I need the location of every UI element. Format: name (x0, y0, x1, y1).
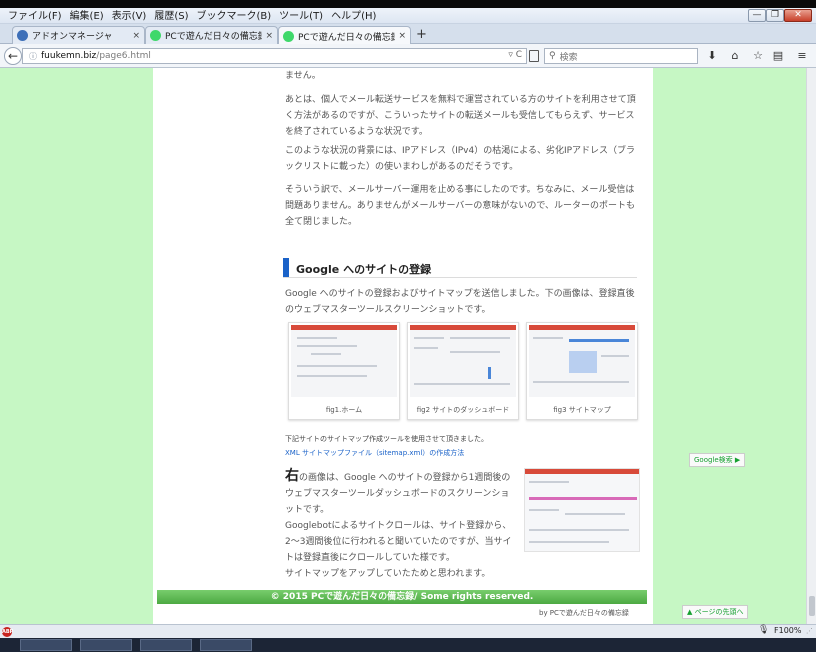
copyright-footer: © 2015 PCで遊んだ日々の備忘録/ Some rights reserve… (157, 590, 647, 604)
address-bar[interactable]: ⓘ fuukemn.biz /page6.html ▿ C (22, 48, 527, 64)
figure-card[interactable]: fig1.ホーム (288, 322, 400, 420)
taskbar-item[interactable] (140, 639, 192, 651)
tab-label: アドオンマネージャ (32, 32, 113, 42)
close-window-button[interactable]: ✕ (784, 9, 812, 22)
right-text-block: 右の画像は、Google へのサイトの登録から1週間後のウェブマスターツールダッ… (285, 468, 517, 582)
menu-file[interactable]: ファイル(F) (4, 9, 66, 24)
menu-tools[interactable]: ツール(T) (275, 9, 327, 24)
screenshot-thumbnail[interactable] (529, 325, 635, 397)
page-top-button[interactable]: ▲ ページの先頭へ (682, 605, 749, 619)
menu-history[interactable]: 履歴(S) (150, 9, 192, 24)
dashboard-screenshot-thumbnail[interactable] (524, 468, 640, 552)
heading-accent-bar (283, 258, 289, 277)
search-placeholder: 検索 (559, 52, 578, 63)
tab-site-1[interactable]: PCで遊んだ日々の備忘録 × (145, 26, 278, 44)
figure-caption: fig1.ホーム (325, 406, 363, 414)
maximize-button[interactable]: ❐ (766, 9, 784, 22)
site-favicon-icon (283, 30, 294, 42)
credit-note: 下記サイトのサイトマップ作成ツールを使用させて頂きました。 (285, 435, 488, 443)
minimize-button[interactable]: — (748, 9, 766, 22)
home-icon[interactable]: ⌂ (728, 49, 742, 63)
screenshot-thumbnail[interactable] (410, 325, 516, 397)
menu-edit[interactable]: 編集(E) (66, 9, 108, 24)
close-tab-icon[interactable]: × (132, 31, 140, 41)
figure-caption: fig2 サイトのダッシュボード (416, 406, 510, 414)
tab-bar: アドオンマネージャ × PCで遊んだ日々の備忘録 × PCで遊んだ日々の備忘録 … (0, 24, 816, 45)
adblock-icon[interactable]: ABP (2, 627, 13, 637)
paragraph-right-2: Googlebotによるサイトクロールは、サイト登録から、2〜3週間後位に行われ… (285, 521, 512, 563)
reader-view-icon[interactable] (529, 50, 539, 62)
menu-view[interactable]: 表示(V) (108, 9, 151, 24)
paragraph-3: そういう訳で、メールサーバー運用を止める事にしたのです。ちなみに、メール受信は問… (285, 185, 636, 227)
figure-caption: fig3 サイトマップ (553, 406, 611, 414)
tab-addon-manager[interactable]: アドオンマネージャ × (12, 26, 145, 44)
tab-label: PCで遊んだ日々の備忘録 (165, 32, 263, 42)
menu-help[interactable]: ヘルプ(H) (327, 9, 380, 24)
footer-byline: by PCで遊んだ日々の備忘録 (539, 609, 629, 617)
menu-bar: ファイル(F) 編集(E) 表示(V) 履歴(S) ブックマーク(B) ツール(… (0, 8, 816, 24)
resize-grip-icon[interactable]: ⋰ (806, 627, 814, 637)
puzzle-icon (17, 30, 28, 41)
url-host: fuukemn.biz (41, 51, 97, 61)
navigation-bar: ← ⓘ fuukemn.biz /page6.html ▿ C ⚲ 検索 ⬇ ⌂… (0, 44, 816, 68)
figure-card[interactable]: fig3 サイトマップ (526, 322, 638, 420)
figure-card[interactable]: fig2 サイトのダッシュボード (407, 322, 519, 420)
main-content: ません。 あとは、個人でメール転送サービスを無料で運営されている方のサイトを利用… (153, 68, 653, 624)
section-title: Google へのサイトの登録 (296, 263, 432, 276)
site-favicon-icon (150, 30, 161, 41)
paragraph-top: ません。 (285, 71, 321, 81)
bookmark-star-icon[interactable]: ☆ (751, 49, 765, 63)
zoom-level[interactable]: F100% (774, 626, 801, 635)
reload-icon[interactable]: ▿ C (508, 50, 522, 60)
download-icon[interactable]: ⬇ (705, 49, 719, 63)
page-viewport: ません。 あとは、個人でメール転送サービスを無料で運営されている方のサイトを利用… (0, 68, 806, 624)
paragraph-right-1-text: の画像は、Google へのサイトの登録から1週間後のウェブマスターツールダッシ… (285, 473, 511, 515)
hamburger-menu-icon[interactable]: ≡ (795, 49, 809, 63)
screenshot-thumbnail[interactable] (291, 325, 397, 397)
drop-cap: 右 (285, 468, 299, 484)
paragraph-4: Google へのサイトの登録およびサイトマップを送信しました。下の画像は、登録… (285, 289, 635, 315)
new-tab-button[interactable]: + (416, 27, 427, 42)
vertical-scrollbar[interactable] (806, 68, 816, 624)
taskbar-item[interactable] (80, 639, 132, 651)
search-input[interactable]: ⚲ 検索 (544, 48, 698, 64)
sitemap-tool-link[interactable]: XML サイトマップファイル（sitemap.xml）の作成方法 (285, 448, 464, 458)
status-bar: ABP 🎙 F100% ⋰ (0, 624, 816, 638)
paragraph-1: あとは、個人でメール転送サービスを無料で運営されている方のサイトを利用させて頂く… (285, 95, 636, 137)
close-tab-icon[interactable]: × (265, 31, 273, 41)
screen-top-edge (0, 0, 816, 8)
search-icon: ⚲ (549, 51, 556, 61)
tab-site-2-active[interactable]: PCで遊んだ日々の備忘録 × (278, 26, 411, 45)
back-arrow-icon[interactable]: ← (4, 47, 22, 65)
bookmarks-list-icon[interactable]: ▤ (771, 49, 785, 63)
taskbar-item[interactable] (20, 639, 72, 651)
os-taskbar (0, 638, 816, 652)
close-tab-icon[interactable]: × (398, 31, 406, 41)
section-heading: Google へのサイトの登録 (283, 258, 637, 278)
microphone-icon[interactable]: 🎙 (758, 625, 769, 635)
site-identity-icon[interactable]: ⓘ (29, 51, 37, 62)
paragraph-right-1: 右の画像は、Google へのサイトの登録から1週間後のウェブマスターツールダッ… (285, 468, 517, 518)
menu-bookmarks[interactable]: ブックマーク(B) (193, 9, 276, 24)
url-path: /page6.html (96, 51, 151, 61)
paragraph-right-3: サイトマップをアップしていたためと思われます。 (285, 569, 491, 579)
tab-label: PCで遊んだ日々の備忘録 (298, 32, 396, 43)
paragraph-2: このような状況の背景には、IPアドレス（IPv4）の枯渇による、劣化IPアドレス… (285, 146, 636, 172)
figure-gallery: fig1.ホーム fig2 サイトのダッシュボード fig3 サイトマップ (288, 322, 638, 420)
taskbar-item[interactable] (200, 639, 252, 651)
scrollbar-thumb[interactable] (809, 596, 815, 616)
google-search-button[interactable]: Google検索 ▶ (689, 453, 746, 467)
